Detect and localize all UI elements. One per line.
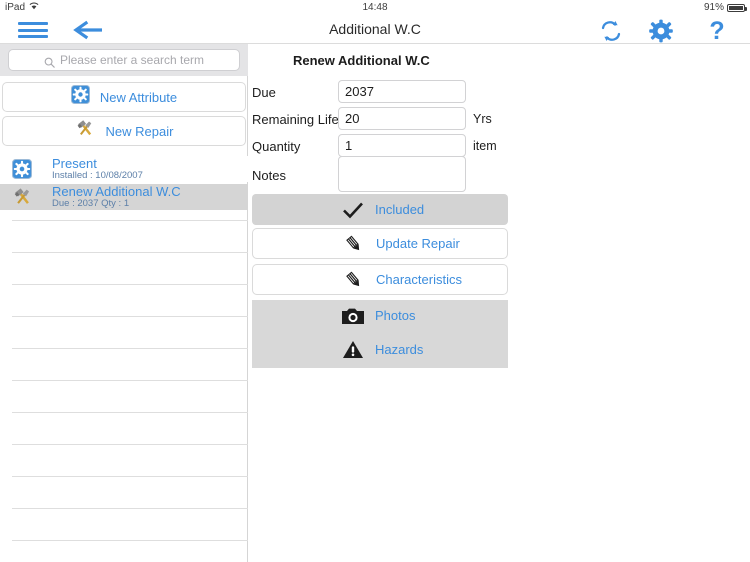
- photos-label: Photos: [375, 308, 416, 323]
- search-icon: [44, 55, 55, 68]
- battery-percent: 91%: [703, 2, 724, 13]
- list-row-separator: [12, 316, 248, 317]
- status-bar-time: 14:48: [362, 2, 388, 13]
- tools-icon: [12, 187, 34, 209]
- update-repair-button[interactable]: Update Repair: [252, 228, 508, 259]
- question-mark-icon[interactable]: ?: [702, 19, 732, 45]
- gear-icon[interactable]: [646, 19, 676, 43]
- battery-icon: [727, 3, 747, 12]
- hazards-label: Hazards: [375, 342, 424, 357]
- list-item-title: Present: [52, 156, 97, 171]
- included-button[interactable]: Included: [252, 194, 508, 225]
- search-input[interactable]: Please enter a search term: [8, 49, 240, 71]
- photos-button[interactable]: Photos: [252, 300, 508, 331]
- remaining-life-label: Remaining Life: [252, 112, 339, 127]
- pencil-icon: [341, 233, 367, 255]
- sync-icon[interactable]: [596, 19, 626, 43]
- detail-panel: Renew Additional W.C Due Remaining Life …: [249, 44, 750, 562]
- list-item[interactable]: Renew Additional W.C Due : 2037 Qty : 1: [0, 184, 248, 210]
- page-title: Additional W.C: [329, 21, 421, 37]
- list-row-separator: [12, 540, 248, 541]
- remaining-life-unit: Yrs: [473, 112, 492, 126]
- list-item-subtitle: Due : 2037 Qty : 1: [52, 198, 130, 209]
- list-row-separator: [12, 476, 248, 477]
- list-row-separator: [12, 348, 248, 349]
- app-root: iPad 14:48 91% Additional W.C ? Please e…: [0, 0, 750, 562]
- list-item-subtitle: Installed : 10/08/2007: [52, 170, 143, 181]
- new-repair-button[interactable]: New Repair: [2, 116, 246, 146]
- notes-input[interactable]: [338, 156, 466, 192]
- pencil-icon: [341, 269, 367, 291]
- list-row-separator: [12, 444, 248, 445]
- characteristics-label: Characteristics: [376, 272, 462, 287]
- camera-icon: [340, 305, 366, 327]
- list-row-separator: [12, 380, 248, 381]
- quantity-input[interactable]: [338, 134, 466, 157]
- blue-gear-square-icon: [70, 85, 90, 109]
- list-item-title: Renew Additional W.C: [52, 184, 181, 199]
- included-label: Included: [375, 202, 425, 217]
- new-repair-label: New Repair: [105, 123, 174, 139]
- due-input[interactable]: [338, 80, 466, 103]
- checkmark-icon: [340, 199, 366, 221]
- top-navigation-bar: Additional W.C ?: [0, 15, 750, 44]
- blue-gear-square-icon: [12, 159, 34, 181]
- list-row-separator: [12, 508, 248, 509]
- tools-icon: [75, 119, 96, 143]
- remaining-life-input[interactable]: [338, 107, 466, 130]
- list-row-separator: [12, 284, 248, 285]
- status-bar: iPad 14:48 91%: [0, 0, 750, 15]
- list-row-separator: [12, 412, 248, 413]
- new-attribute-button[interactable]: New Attribute: [2, 82, 246, 112]
- list-item[interactable]: Present Installed : 10/08/2007: [0, 156, 248, 182]
- new-attribute-label: New Attribute: [99, 89, 178, 105]
- update-repair-label: Update Repair: [376, 236, 460, 251]
- search-band: Please enter a search term: [0, 44, 248, 76]
- status-bar-right: 91%: [703, 0, 747, 15]
- due-label: Due: [252, 85, 276, 100]
- list-row-separator: [12, 220, 248, 221]
- detail-title: Renew Additional W.C: [293, 53, 430, 68]
- list-row-separator: [12, 252, 248, 253]
- search-placeholder: Please enter a search term: [59, 53, 205, 67]
- warning-triangle-icon: [340, 339, 366, 361]
- quantity-label: Quantity: [252, 139, 301, 154]
- sidebar-panel: Please enter a search term New Attribute…: [0, 44, 248, 562]
- quantity-unit: item: [473, 139, 497, 153]
- hazards-button[interactable]: Hazards: [252, 334, 508, 365]
- notes-label: Notes: [252, 168, 286, 183]
- characteristics-button[interactable]: Characteristics: [252, 264, 508, 295]
